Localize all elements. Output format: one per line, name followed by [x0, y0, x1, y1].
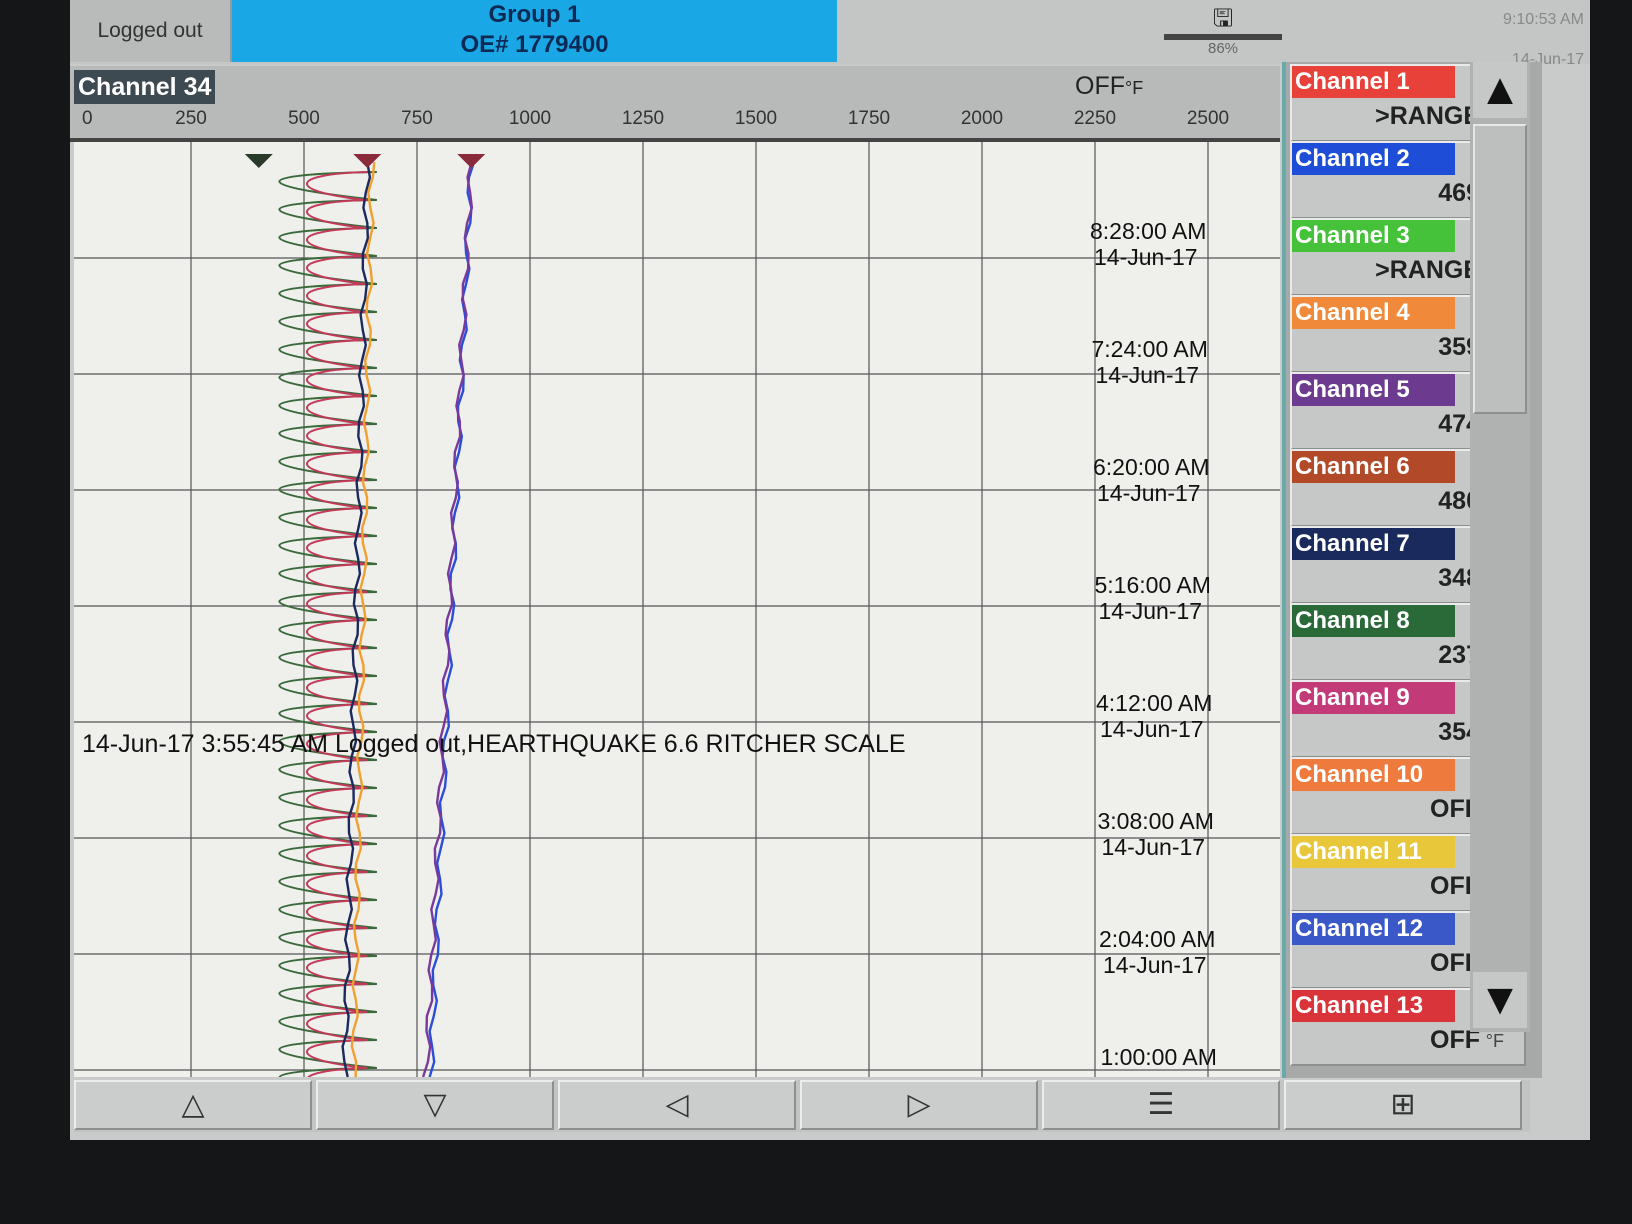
event-annotation: 14-Jun-17 3:55:45 AM Logged out,HEARTHQU… — [82, 730, 906, 758]
scale-tick: 2000 — [960, 108, 1004, 129]
channel-label: Channel 6 — [1292, 451, 1455, 483]
scale-tick: 1500 — [734, 108, 778, 129]
time-label-time: 8:28:00 AM — [1090, 218, 1207, 244]
time-label-time: 4:12:00 AM — [1096, 690, 1213, 716]
scale-tick: 1250 — [621, 108, 665, 129]
trace-line-4 — [421, 161, 474, 1077]
time-label-time: 2:04:00 AM — [1099, 926, 1216, 952]
time-label-date: 14-Jun-17 — [1095, 362, 1200, 388]
selected-channel-unit: °F — [1125, 78, 1144, 98]
time-label-date: 14-Jun-17 — [1097, 480, 1201, 506]
scale-tick: 500 — [288, 108, 320, 129]
recorder-screen: Logged out Group 1 OE# 1779400 🖫 86% 9:1… — [70, 0, 1590, 1140]
channel-label: Channel 1 — [1292, 66, 1455, 98]
layout-button[interactable]: ⊞ — [1284, 1080, 1522, 1130]
channel-unit: °F — [1485, 1031, 1504, 1051]
time-label: 8:28:00 AM 14-Jun-17 — [1090, 218, 1206, 270]
group-name: Group 1 — [488, 1, 581, 28]
scroll-thumb[interactable] — [1473, 124, 1527, 414]
menu-button[interactable]: ☰ — [1042, 1080, 1280, 1130]
scale-ticks: 0 250 500 750 1000 1250 1500 1750 2000 2250 2500 — [78, 106, 1268, 138]
channel-label: Channel 4 — [1292, 297, 1455, 329]
disk-icon: 🖫 — [1212, 5, 1234, 32]
channel-scrollbar[interactable]: ▲ ▼ — [1470, 62, 1530, 1032]
time-label: 5:16:00 AM 14-Jun-17 — [1095, 572, 1211, 624]
time-label-time: 6:20:00 AM — [1093, 454, 1210, 480]
time-label-date: 14-Jun-17 — [1098, 598, 1203, 624]
time-label-date: 14-Jun-17 — [1103, 952, 1207, 978]
scroll-up-button[interactable]: △ — [74, 1080, 312, 1130]
disk-status: 🖫 86% — [1158, 4, 1288, 60]
scale-tick: 1000 — [508, 108, 552, 129]
time-label: 2:04:00 AM 14-Jun-17 — [1099, 926, 1215, 978]
scale-tick: 0 — [82, 108, 93, 129]
selected-channel-reading: OFF — [1075, 72, 1125, 100]
channel-label: Channel 13 — [1292, 990, 1455, 1022]
scroll-right-button[interactable]: ▷ — [800, 1080, 1038, 1130]
header: Logged out Group 1 OE# 1779400 🖫 86% 9:1… — [70, 0, 1590, 68]
time-label: 7:24:00 AM 14-Jun-17 — [1092, 336, 1208, 388]
triangle-up-icon[interactable]: ▲ — [1473, 62, 1527, 118]
channel-label: Channel 10 — [1292, 759, 1455, 791]
trend-chart[interactable]: 8:28:00 AM 14-Jun-17 7:24:00 AM 14-Jun-17 6:… — [74, 142, 1280, 1077]
time-label: 4:12:00 AM 14-Jun-17 — [1096, 690, 1212, 742]
bottom-toolbar: △ ▽ ◁ ▷ ☰ ⊞ — [74, 1080, 1530, 1132]
time-label-date: 14-Jun-17 — [1094, 244, 1198, 270]
group-selector[interactable]: Group 1 OE# 1779400 — [232, 0, 837, 62]
channel-label: Channel 11 — [1292, 836, 1455, 868]
group-oe: OE# 1779400 — [460, 31, 609, 58]
channel-label: Channel 8 — [1292, 605, 1455, 637]
channel-label: Channel 12 — [1292, 913, 1455, 945]
trace-marker-icon — [244, 154, 273, 168]
time-label-date: 14-Jun-17 — [1101, 834, 1206, 860]
time-label-time: 5:16:00 AM — [1094, 572, 1211, 598]
channel-label: Channel 5 — [1292, 374, 1455, 406]
time-label-time: 1:00:00 AM — [1100, 1044, 1217, 1070]
scale-tick: 1750 — [847, 108, 891, 129]
time-label-time: 7:24:00 AM — [1091, 336, 1208, 362]
scroll-down-button[interactable]: ▽ — [316, 1080, 554, 1130]
selected-channel-value: OFF°F — [1075, 72, 1143, 101]
time-label-date: 14-Jun-17 — [1100, 716, 1204, 742]
channel-label: Channel 2 — [1292, 143, 1455, 175]
trace-marker-icon — [353, 154, 382, 168]
scroll-left-button[interactable]: ◁ — [558, 1080, 796, 1130]
scale-tick: 750 — [401, 108, 433, 129]
selected-channel-title[interactable]: Channel 34 — [74, 70, 216, 104]
triangle-down-icon[interactable]: ▼ — [1473, 972, 1527, 1028]
channel-value: >RANGE — [1375, 102, 1480, 130]
time-label-time: 3:08:00 AM — [1097, 808, 1214, 834]
disk-usage: 86% — [1164, 34, 1282, 58]
channel-label: Channel 9 — [1292, 682, 1455, 714]
scale-tick: 250 — [175, 108, 207, 129]
scale-tick: 2250 — [1073, 108, 1117, 129]
time-label: 6:20:00 AM 14-Jun-17 — [1093, 454, 1209, 506]
clock-time: 9:10:53 AM — [1503, 11, 1584, 28]
time-label: 1:00:00 AM — [1101, 1044, 1217, 1070]
login-status-button[interactable]: Logged out — [70, 0, 232, 62]
channel-label: Channel 7 — [1292, 528, 1455, 560]
scale-tick: 2500 — [1186, 108, 1230, 129]
channel-value: >RANGE — [1375, 256, 1480, 284]
channel-bar: Channel 34 OFF°F 0 250 500 750 1000 1250 1500 1… — [70, 66, 1280, 142]
channel-label: Channel 3 — [1292, 220, 1455, 252]
trace-marker-icon — [457, 154, 486, 168]
time-label: 3:08:00 AM 14-Jun-17 — [1098, 808, 1214, 860]
